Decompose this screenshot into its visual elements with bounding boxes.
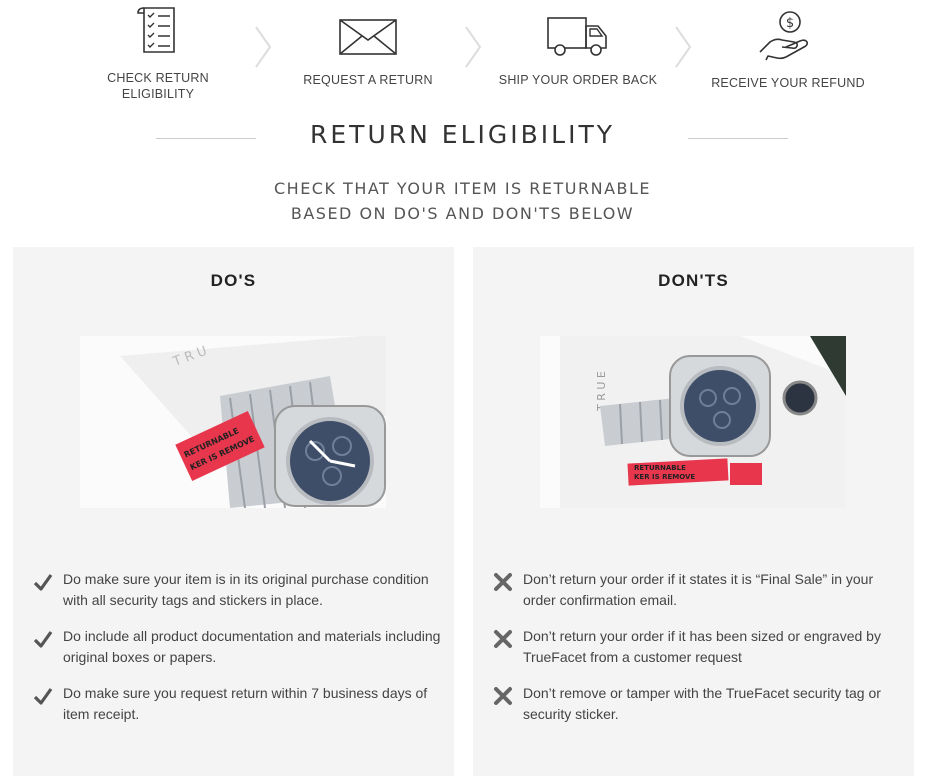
dont-item-text: Don’t return your order if it states it … <box>523 571 874 608</box>
checkmark-icon <box>33 631 53 648</box>
refund-hand-icon: $ <box>759 11 808 61</box>
cross-icon <box>494 630 512 648</box>
step-label: RECEIVE YOUR REFUND <box>711 76 865 90</box>
watch-tag-removed-photo: T R U E RETURNABLE KER IS REMOVE <box>540 336 846 508</box>
section-title-row: RETURN ELIGIBILITY <box>0 118 925 158</box>
svg-text:KER IS REMOVE: KER IS REMOVE <box>634 473 695 481</box>
dos-watch-photo: T R U RETURNABLE KER IS REMOVE <box>80 336 386 508</box>
step-label-line1: CHECK RETURN <box>107 71 209 85</box>
subtitle-line2: BASED ON DO'S AND DON'TS BELOW <box>290 204 635 223</box>
list-item: Do make sure you request return within 7… <box>33 683 443 725</box>
page-subtitle: CHECK THAT YOUR ITEM IS RETURNABLE BASED… <box>0 176 925 226</box>
checklist-icon <box>137 7 175 53</box>
step-request-return[interactable]: REQUEST A RETURN <box>278 0 458 88</box>
do-item-text: Do make sure your item is in its origina… <box>63 571 429 608</box>
list-item: Don’t remove or tamper with the TrueFace… <box>493 683 903 725</box>
chevron-right-icon <box>255 26 272 68</box>
subtitle-line1: CHECK THAT YOUR ITEM IS RETURNABLE <box>273 179 652 198</box>
step-label: REQUEST A RETURN <box>303 73 433 87</box>
do-item-text: Do make sure you request return within 7… <box>63 685 428 722</box>
svg-text:$: $ <box>786 16 794 31</box>
list-item: Don’t return your order if it states it … <box>493 569 903 611</box>
step-label: SHIP YOUR ORDER BACK <box>498 73 658 87</box>
dos-list: Do make sure your item is in its origina… <box>33 569 443 740</box>
svg-text:RETURNABLE: RETURNABLE <box>634 464 686 472</box>
cross-icon <box>494 687 512 705</box>
list-item: Don’t return your order if it has been s… <box>493 626 903 668</box>
step-label-line2: ELIGIBILITY <box>121 87 195 101</box>
chevron-right-icon <box>465 26 482 68</box>
watch-with-tag-photo: T R U RETURNABLE KER IS REMOVE <box>80 336 386 508</box>
donts-panel: DON'TS T R U E RETURNABLE KER IS REMOVE <box>473 247 914 776</box>
checkmark-icon <box>33 688 53 705</box>
step-ship-order[interactable]: SHIP YOUR ORDER BACK <box>488 0 668 88</box>
list-item: Do include all product documentation and… <box>33 626 443 668</box>
envelope-icon <box>339 19 397 55</box>
dos-heading: DO'S <box>210 271 257 290</box>
step-receive-refund[interactable]: $ RECEIVE YOUR REFUND <box>698 0 878 91</box>
chevron-right-icon <box>675 26 692 68</box>
title-divider-right <box>688 138 788 139</box>
dont-item-text: Don’t remove or tamper with the TrueFace… <box>523 685 881 722</box>
dos-panel: DO'S T R U RETURNABLE KER IS REMOVE Do m… <box>13 247 454 776</box>
donts-watch-photo: T R U E RETURNABLE KER IS REMOVE <box>540 336 846 508</box>
truck-icon <box>547 17 607 56</box>
page-title: RETURN ELIGIBILITY <box>310 120 615 149</box>
cross-icon <box>494 573 512 591</box>
list-item: Do make sure your item is in its origina… <box>33 569 443 611</box>
checkmark-icon <box>33 574 53 591</box>
dont-item-text: Don’t return your order if it has been s… <box>523 628 881 665</box>
do-item-text: Do include all product documentation and… <box>63 628 441 665</box>
return-steps: CHECK RETURN ELIGIBILITY REQUEST A RETUR… <box>0 0 925 110</box>
donts-heading: DON'TS <box>658 271 729 290</box>
donts-list: Don’t return your order if it states it … <box>493 569 903 740</box>
step-check-eligibility[interactable]: CHECK RETURN ELIGIBILITY <box>68 0 248 102</box>
